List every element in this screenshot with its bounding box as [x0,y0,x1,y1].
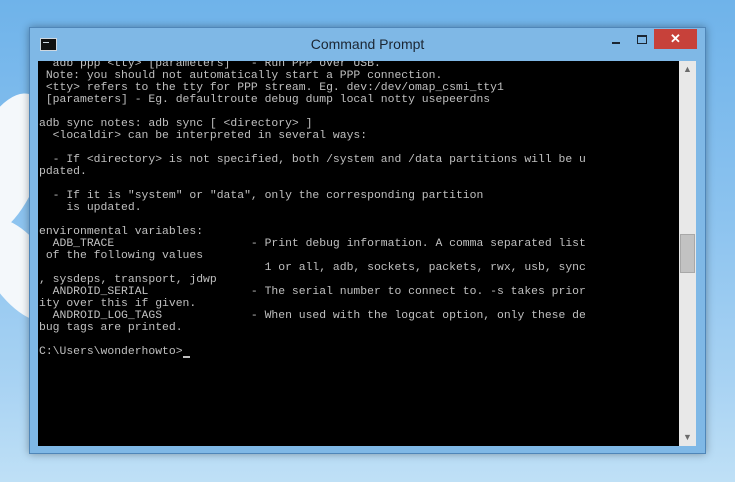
console-line: ANDROID_SERIAL - The serial number to co… [52,286,586,298]
console-line: <tty> refers to the tty for PPP stream. … [45,82,504,94]
console-lines: adb ppp <tty> [parameters] - Run PPP ove… [39,61,586,334]
console-line: [parameters] - Eg. defaultroute debug du… [45,94,491,106]
console-line: of the following values [45,250,204,262]
console-line: , sysdeps, transport, jdwp [39,274,217,286]
console-text: adb ppp <tty> [parameters] - Run PPP ove… [39,61,586,358]
command-prompt-line: C:\Users\wonderhowto> [39,346,183,358]
console-line: bug tags are printed. [39,322,183,334]
maximize-icon [637,35,647,45]
console-line: - If it is "system" or "data", only the … [52,190,484,202]
console-line: Note: you should not automatically start… [45,70,443,82]
console-line: pdated. [39,166,87,178]
close-icon: ✕ [670,31,681,46]
minimize-icon [612,41,620,44]
console-line: adb ppp <tty> [parameters] - Run PPP ove… [52,61,381,70]
text-cursor [182,356,190,358]
console-output[interactable]: adb ppp <tty> [parameters] - Run PPP ove… [38,61,679,446]
console-line: ANDROID_LOG_TAGS - When used with the lo… [52,310,586,322]
scrollbar-thumb[interactable] [680,234,695,273]
vertical-scrollbar[interactable]: ▲ ▼ [679,61,696,446]
scroll-down-icon[interactable]: ▼ [679,429,696,446]
console-line: - If <directory> is not specified, both … [52,154,586,166]
maximize-button[interactable] [629,29,655,49]
minimize-button[interactable] [603,29,629,49]
console-line: <localdir> can be interpreted in several… [52,130,368,142]
close-button[interactable]: ✕ [654,29,697,49]
command-prompt-window: Command Prompt ✕ adb ppp <tty> [paramete… [29,27,706,454]
scroll-up-icon[interactable]: ▲ [679,61,696,78]
title-bar[interactable]: Command Prompt ✕ [30,28,705,61]
console-line: 1 or all, adb, sockets, packets, rwx, us… [264,262,586,274]
console-line: ity over this if given. [39,298,197,310]
console-line: ADB_TRACE - Print debug information. A c… [52,238,586,250]
console-line: adb sync notes: adb sync [ <directory> ] [39,118,313,130]
console-line: is updated. [66,202,142,214]
console-line: environmental variables: [39,226,204,238]
